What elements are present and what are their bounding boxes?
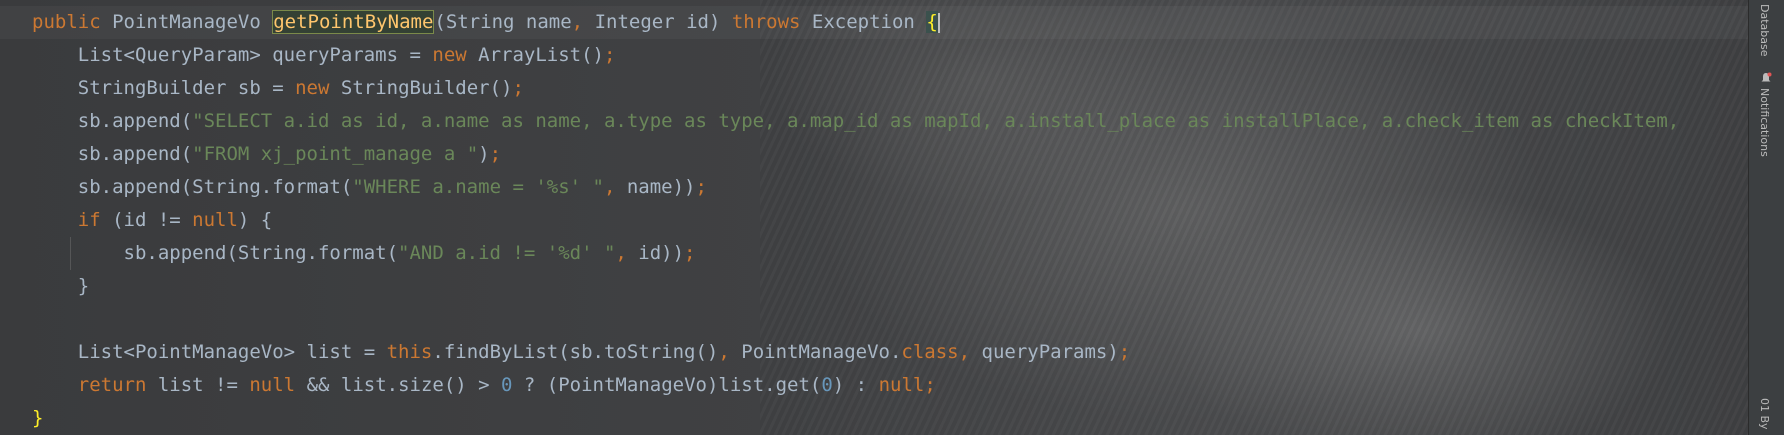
code-token: List<QueryParam> queryParams = <box>32 44 433 66</box>
code-line[interactable]: if (id != null) { <box>32 204 1691 237</box>
right-tool-strip: Database Notifications 01 By <box>1748 0 1784 435</box>
code-token: Integer id) <box>594 11 732 33</box>
code-token: ; <box>489 143 502 165</box>
code-token: } <box>32 275 90 297</box>
code-token: ; <box>684 242 696 264</box>
code-token: throws <box>731 11 812 33</box>
code-token: , <box>615 242 639 264</box>
code-line[interactable]: public PointManageVo getPointByName(Stri… <box>32 6 1691 39</box>
code-token: public <box>32 11 113 33</box>
code-token: sb.append( <box>32 110 193 132</box>
code-token: ; <box>1118 341 1131 363</box>
code-text[interactable]: public PointManageVo getPointByName(Stri… <box>32 6 1691 435</box>
code-token: ? (PointManageVo)list.get( <box>512 374 822 396</box>
code-token: PointManageVo <box>112 11 273 33</box>
code-token: ; <box>512 77 524 99</box>
code-line[interactable]: List<QueryParam> queryParams = new Array… <box>32 39 1691 72</box>
matched-brace: { <box>926 11 938 33</box>
method-name-highlight: getPointByName <box>272 10 435 34</box>
code-line[interactable]: } <box>32 402 1691 435</box>
notification-bell-icon <box>1761 72 1772 82</box>
code-token: PointManageVo. <box>741 341 902 363</box>
code-editor[interactable]: public PointManageVo getPointByName(Stri… <box>0 0 1748 435</box>
code-token: null <box>192 209 238 231</box>
code-token: if <box>32 209 113 231</box>
code-token: (id != <box>112 209 193 231</box>
code-token: this <box>386 341 433 363</box>
notifications-tool-tab[interactable]: Notifications <box>1758 88 1771 157</box>
code-token: class <box>901 341 959 363</box>
code-token: new <box>432 44 479 66</box>
database-tool-tab[interactable]: Database <box>1758 4 1771 57</box>
code-token: .findByList(sb.toString() <box>432 341 719 363</box>
code-token: ; <box>695 176 707 198</box>
code-line[interactable]: sb.append("SELECT a.id as id, a.name as … <box>32 105 1691 138</box>
code-token: queryParams) <box>981 341 1119 363</box>
code-token: id)) <box>638 242 685 264</box>
code-line[interactable]: return list != null && list.size() > 0 ?… <box>32 369 1691 402</box>
code-token: new <box>295 77 341 99</box>
code-token: , <box>718 341 742 363</box>
code-token: , <box>958 341 982 363</box>
code-line[interactable]: } <box>32 270 1691 303</box>
code-token: "AND a.id != '%d' " <box>398 242 616 264</box>
code-token: List<PointManageVo> list = <box>32 341 387 363</box>
code-token: ) { <box>237 209 273 231</box>
code-token: } <box>32 407 44 429</box>
code-token: sb.append( <box>32 143 193 165</box>
code-token: return <box>32 374 158 396</box>
code-line[interactable]: List<PointManageVo> list = this.findByLi… <box>32 336 1691 369</box>
code-token: ; <box>924 374 936 396</box>
code-token: StringBuilder sb = <box>32 77 296 99</box>
code-line[interactable]: sb.append(String.format("WHERE a.name = … <box>32 171 1691 204</box>
code-token: "FROM xj_point_manage a " <box>192 143 479 165</box>
code-token: name)) <box>626 176 696 198</box>
code-token: ) <box>478 143 490 165</box>
code-token: "SELECT a.id as id, a.name as name, a.ty… <box>192 110 1691 132</box>
code-token: sb.append(String.format( <box>32 242 399 264</box>
code-line[interactable] <box>32 303 1691 336</box>
code-token: && list.size() > <box>306 374 502 396</box>
code-token: StringBuilder() <box>340 77 513 99</box>
code-token: list != <box>157 374 250 396</box>
code-line[interactable]: sb.append("FROM xj_point_manage a "); <box>32 138 1691 171</box>
code-token: Exception <box>811 11 927 33</box>
code-token: 0 <box>501 374 513 396</box>
code-token: null <box>249 374 307 396</box>
code-token: null <box>878 374 925 396</box>
code-token: , <box>603 176 627 198</box>
text-caret <box>937 12 940 33</box>
code-token: , <box>571 11 595 33</box>
code-token: sb.append(String.format( <box>32 176 353 198</box>
code-token: 0 <box>821 374 833 396</box>
code-line[interactable]: sb.append(String.format("AND a.id != '%d… <box>32 237 1691 270</box>
code-token: (String name <box>434 11 572 33</box>
code-token: "WHERE a.name = '%s' " <box>352 176 604 198</box>
code-token: ArrayList() <box>478 44 604 66</box>
code-token: ; <box>603 44 616 66</box>
code-token: ) : <box>832 374 879 396</box>
bottom-tool-tab[interactable]: 01 By <box>1758 398 1771 430</box>
code-line[interactable]: StringBuilder sb = new StringBuilder(); <box>32 72 1691 105</box>
